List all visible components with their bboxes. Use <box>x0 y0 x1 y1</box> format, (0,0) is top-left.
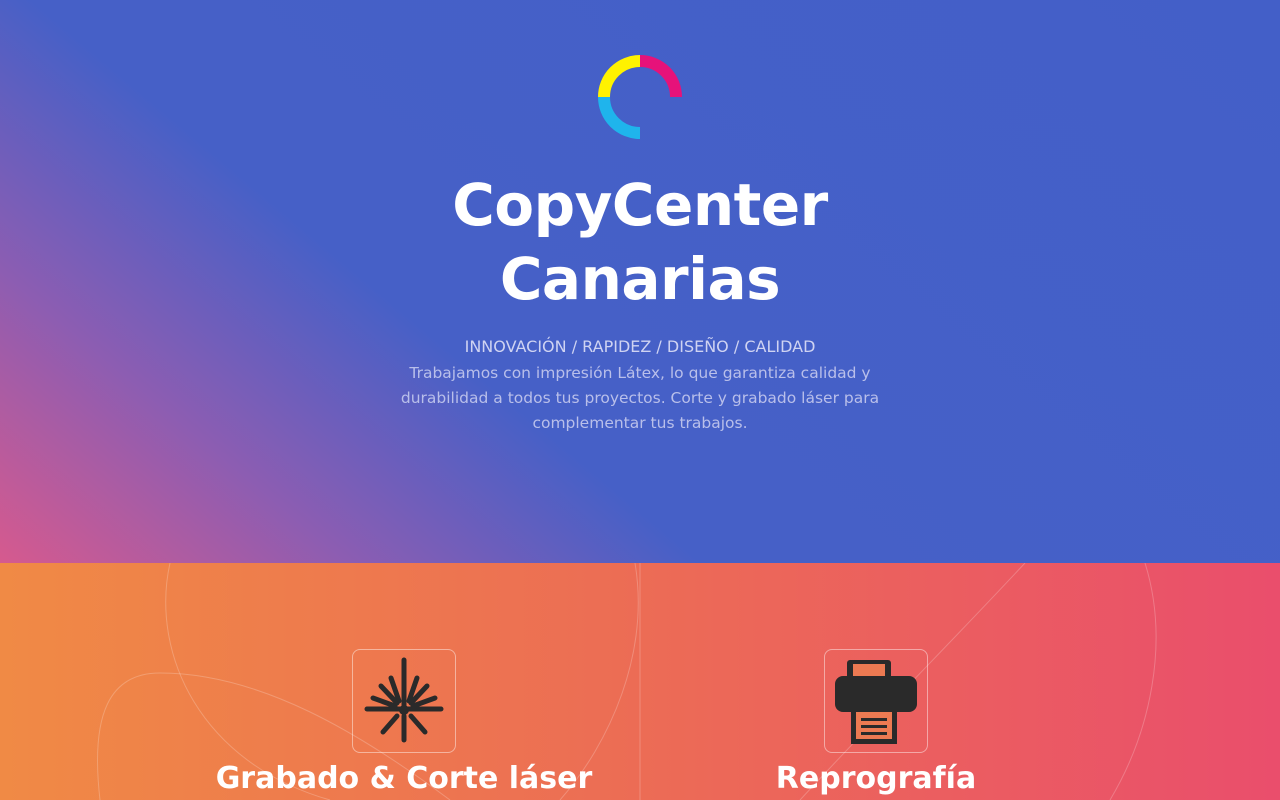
service-title: Reprografía <box>775 761 977 796</box>
page-title: CopyCenter Canarias <box>340 168 940 316</box>
hero-description: Trabajamos con impresión Látex, lo que g… <box>400 364 880 432</box>
laser-icon-box <box>352 649 456 753</box>
laser-icon <box>364 657 444 743</box>
hero-section: CopyCenter Canarias INNOVACIÓN / RAPIDEZ… <box>0 0 1280 563</box>
services-section: Grabado & Corte láser Reprografía <box>0 563 1280 800</box>
printer-icon-box <box>824 649 928 753</box>
tagline: INNOVACIÓN / RAPIDEZ / DISEÑO / CALIDAD <box>464 337 816 356</box>
title-line-1: CopyCenter <box>452 171 828 239</box>
service-laser[interactable]: Grabado & Corte láser <box>174 649 634 797</box>
service-reprografia[interactable]: Reprografía <box>646 649 1106 797</box>
service-title: Grabado & Corte láser <box>215 761 593 796</box>
cmyk-ring-logo-icon <box>598 55 682 139</box>
printer-icon <box>835 660 917 744</box>
title-line-2: Canarias <box>499 245 781 313</box>
